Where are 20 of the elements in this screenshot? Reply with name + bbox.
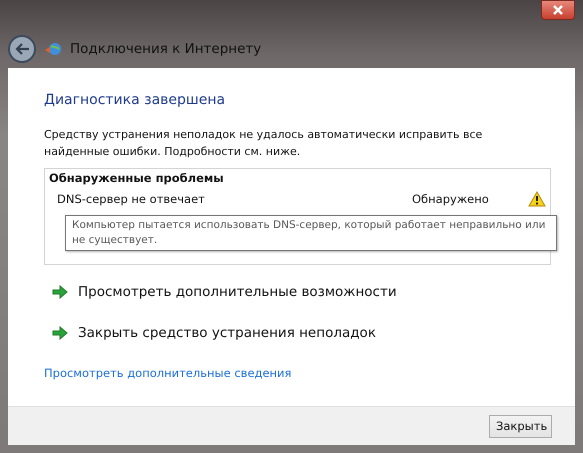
details-link[interactable]: Просмотреть дополнительные сведения [44,366,292,380]
action-label: Просмотреть дополнительные возможности [78,284,397,300]
window-title: Подключения к Интернету [70,41,262,57]
tooltip: Компьютер пытается использовать DNS-сервер, который работает неправильно или не существует. [65,215,557,251]
panel-title: Обнаруженные проблемы [49,171,225,185]
action-link[interactable]: Просмотреть дополнительные возможности [52,284,551,300]
arrow-icon [52,326,68,340]
action-link[interactable]: Закрыть средство устранения неполадок [52,325,551,341]
problem-status: Обнаружено [412,192,490,206]
problem-name: DNS-сервер не отвечает [57,192,206,206]
status-heading: Диагностика завершена [44,92,226,108]
close-button[interactable] [541,0,575,20]
arrow-icon [52,285,68,299]
action-label: Закрыть средство устранения неполадок [78,325,376,341]
back-arrow-icon [14,42,30,56]
back-button[interactable] [8,35,36,63]
close-icon [552,5,564,15]
description-text: Средству устранения неполадок не удалось автоматически исправить все найденные ошибки. Подробности см. ниже. [44,127,484,160]
network-globe-icon [44,41,62,57]
close-dialog-button[interactable]: Закрыть [489,414,552,438]
